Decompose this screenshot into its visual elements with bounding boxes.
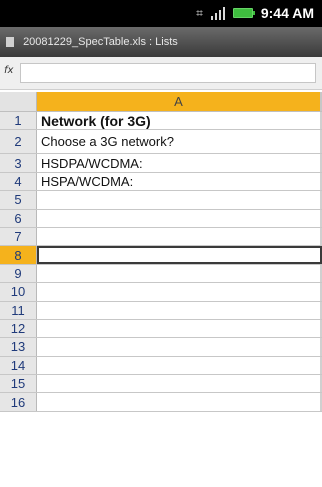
row-header[interactable]: 1 [0,112,37,130]
column-header-row: A [0,92,322,112]
cell-a8-active[interactable] [37,246,322,264]
cell-a15[interactable] [37,375,322,393]
cell-a9[interactable] [37,264,322,283]
formula-bar: fx [0,57,322,90]
document-icon [6,37,14,48]
status-bar: ⌗ 9:44 AM [0,0,322,27]
table-row: 7 [0,227,322,247]
table-row: 3 HSDPA/WCDMA: [0,154,322,173]
table-row: 8 [0,246,322,265]
select-all-corner[interactable] [0,92,37,111]
row-header[interactable]: 16 [0,393,37,411]
status-time: 9:44 AM [260,5,314,21]
row-header[interactable]: 4 [0,172,37,191]
row-header[interactable]: 3 [0,154,37,172]
cell-a4[interactable]: HSPA/WCDMA: [37,172,322,191]
table-row: 14 [0,356,322,376]
cell-a14[interactable] [37,356,322,375]
column-header-a[interactable]: A [37,92,322,111]
row-header[interactable]: 10 [0,283,37,301]
row-header[interactable]: 9 [0,264,37,283]
row-header[interactable]: 15 [0,375,37,393]
row-header[interactable]: 5 [0,191,37,209]
window-title: 20081229_SpecTable.xls : Lists [23,36,178,48]
cell-a3[interactable]: HSDPA/WCDMA: [37,154,322,172]
table-row: 5 [0,191,322,210]
row-header[interactable]: 14 [0,356,37,375]
signal-icon [210,6,225,20]
cell-a10[interactable] [37,283,322,301]
row-header[interactable]: 6 [0,209,37,227]
row-header[interactable]: 11 [0,301,37,319]
usb-debug-icon: ⌗ [196,5,203,20]
formula-input[interactable] [20,63,316,83]
cell-a6[interactable] [37,209,322,227]
row-header[interactable]: 12 [0,319,37,338]
battery-icon [232,8,255,18]
table-row: 16 [0,393,322,412]
cell-a5[interactable] [37,191,322,209]
table-row: 4 HSPA/WCDMA: [0,172,322,192]
cell-a13[interactable] [37,338,322,356]
cell-a1[interactable]: Network (for 3G) [37,112,322,130]
table-row: 2 Choose a 3G network? [0,130,322,155]
cell-a11[interactable] [37,301,322,319]
row-header[interactable]: 2 [0,130,37,154]
table-row: 6 [0,209,322,228]
table-row: 1 Network (for 3G) [0,112,322,131]
table-row: 10 [0,283,322,302]
row-header[interactable]: 13 [0,338,37,356]
row-header[interactable]: 7 [0,227,37,246]
cell-a2[interactable]: Choose a 3G network? [37,130,322,154]
fx-label: fx [4,65,14,76]
row-header-selected[interactable]: 8 [0,246,37,264]
cell-a7[interactable] [37,227,322,246]
cell-a12[interactable] [37,319,322,338]
table-row: 12 [0,319,322,339]
table-row: 11 [0,301,322,320]
status-icons: ⌗ 9:44 AM [196,5,314,21]
table-row: 15 [0,375,322,394]
table-row: 9 [0,264,322,284]
title-bar: 20081229_SpecTable.xls : Lists [0,27,322,57]
sheet-grid: A 1 Network (for 3G) 2 Choose a 3G netwo… [0,92,322,412]
cell-a16[interactable] [37,393,322,411]
table-row: 13 [0,338,322,357]
